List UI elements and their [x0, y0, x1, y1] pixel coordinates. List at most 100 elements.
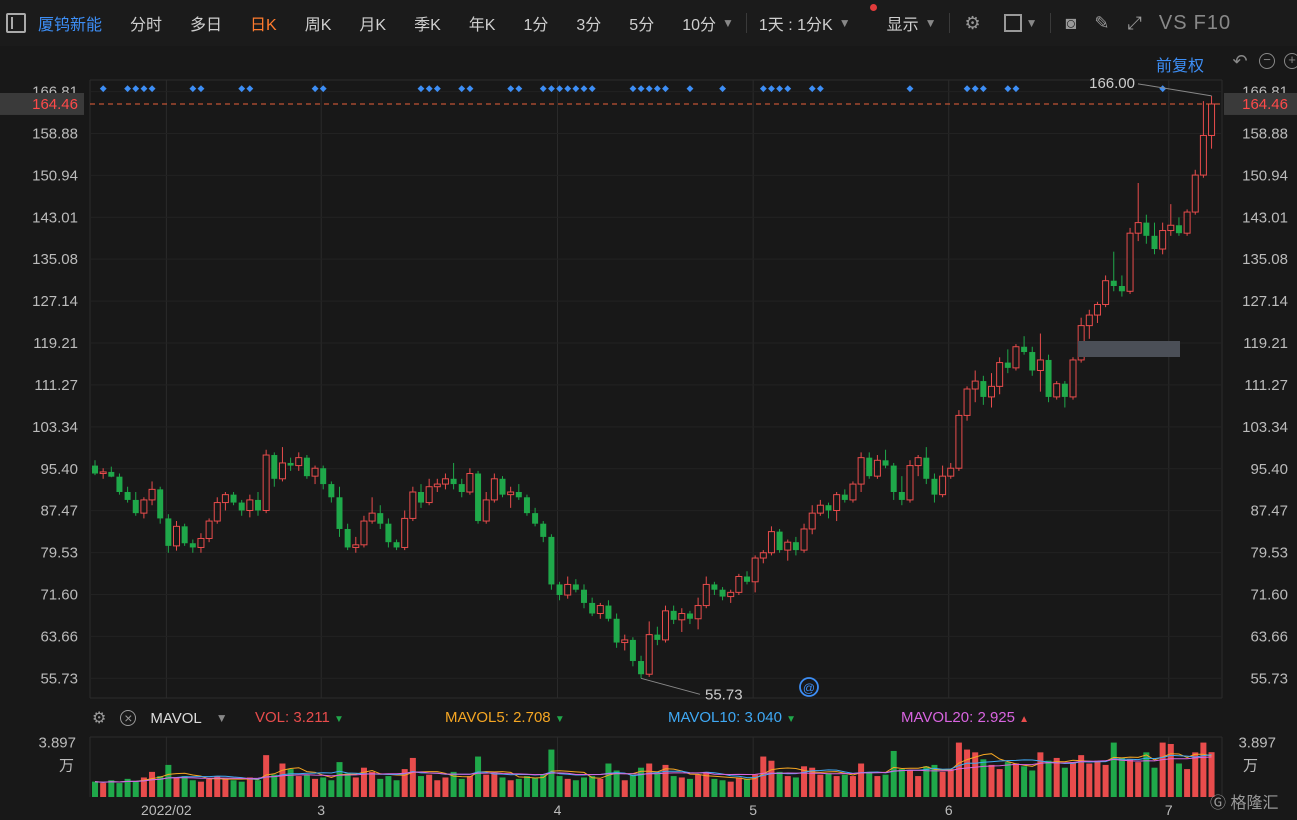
volume-bar [523, 776, 530, 797]
candle-body [751, 557, 759, 583]
candle-body [148, 488, 156, 501]
candle-body [140, 499, 148, 514]
event-marker-icon: ◆ [100, 83, 107, 93]
volume-bar [206, 778, 213, 797]
candle-body [816, 504, 824, 514]
kline-chart[interactable]: 2022/02 3 4 5 6 7166.81 166.81158.88 158.88150.… [0, 0, 1297, 820]
candle-body [564, 583, 572, 596]
candle-body [377, 513, 384, 524]
close-icon[interactable]: × [120, 710, 137, 726]
event-marker-icon: ◆ [662, 83, 669, 93]
volume-bar [1070, 762, 1076, 797]
candle-body [213, 502, 221, 522]
candle-body [418, 492, 424, 503]
volume-bar [776, 771, 783, 797]
volume-bar [597, 778, 604, 797]
price-tick-left: 127.14 [32, 293, 78, 310]
candle-body [1151, 235, 1158, 250]
volume-bar [295, 776, 302, 797]
candle-body [963, 388, 971, 416]
gear-icon[interactable]: ⚙ [92, 708, 106, 728]
volume-bar [312, 778, 319, 797]
max-price-label: 166.00 [1089, 75, 1135, 92]
volume-bar [418, 776, 424, 797]
event-marker-icon: ◆ [646, 83, 653, 93]
volume-bar [393, 780, 400, 797]
volume-bar [165, 764, 172, 797]
volume-bar [336, 762, 343, 797]
volume-bar [255, 780, 261, 797]
volume-bar [744, 778, 750, 797]
volume-bar [409, 757, 416, 797]
volume-bar [866, 771, 873, 797]
price-tick-right: 119.21 [1243, 335, 1288, 352]
candle-body [955, 414, 963, 469]
candle-body [1183, 211, 1191, 234]
volume-bar [907, 770, 913, 797]
candle-body [605, 605, 612, 619]
candle-body [776, 531, 783, 551]
candle-body [1167, 224, 1175, 232]
volume-bar [1110, 742, 1117, 797]
mavol10-value: 3.040 [744, 709, 782, 726]
candle-body [385, 523, 392, 543]
candle-body [92, 465, 98, 474]
volume-bar [1037, 752, 1044, 797]
event-marker-icon: ◆ [589, 83, 596, 93]
volume-bar [100, 783, 107, 797]
candle-body [645, 634, 653, 675]
candle-body [556, 584, 563, 595]
volume-bar [760, 756, 767, 797]
volume-bar [1192, 752, 1199, 797]
volume-bar [613, 770, 620, 797]
min-price-label: 55.73 [705, 686, 743, 703]
event-marker-icon: ◆ [132, 83, 139, 93]
candle-body [165, 518, 172, 546]
candle-body [1208, 103, 1216, 136]
volume-bar [352, 777, 359, 797]
date-label: 6 [945, 802, 953, 818]
volume-bar [1102, 764, 1109, 797]
volume-bar [670, 776, 677, 797]
date-label: 4 [554, 802, 562, 818]
volume-bar [1004, 762, 1011, 797]
candle-body [344, 528, 351, 548]
volume-bar [980, 759, 987, 797]
mavol10-label: MAVOL10: 3.040 ▼ [668, 709, 797, 726]
volume-bar [197, 781, 204, 797]
price-tick-left: 103.34 [32, 419, 78, 436]
indicator-name[interactable]: MAVOL [150, 710, 201, 727]
candle-body [523, 497, 530, 514]
candle-body [613, 618, 620, 643]
candle-body [873, 459, 881, 477]
chevron-down-icon[interactable]: ▼ [216, 711, 228, 725]
volume-bar [727, 781, 734, 797]
candle-body [1021, 346, 1028, 353]
candle-body [1029, 352, 1036, 371]
candle-body [898, 492, 905, 500]
volume-bar [1159, 742, 1166, 797]
volume-bar [1167, 743, 1174, 797]
volume-bar [173, 777, 180, 797]
candle-body [1110, 280, 1117, 286]
volume-bar [108, 780, 115, 797]
candle-body [548, 536, 555, 585]
candle-body [931, 478, 938, 495]
date-label: 2022/02 [141, 802, 192, 818]
candle-body [1069, 359, 1077, 398]
candle-body [849, 483, 857, 501]
event-marker-icon: ◆ [548, 83, 555, 93]
volume-bar [238, 781, 245, 797]
volume-bar [320, 777, 327, 797]
volume-bar [629, 774, 636, 797]
date-label: 5 [749, 802, 757, 818]
candle-body [295, 457, 303, 467]
volume-bar [1175, 763, 1182, 797]
volume-bar [303, 774, 310, 797]
volume-bar [955, 742, 962, 797]
volume-bar [890, 750, 897, 797]
candle-body [425, 486, 433, 504]
candle-body [230, 494, 237, 503]
event-marker-icon: ◆ [124, 83, 131, 93]
volume-bar [1127, 759, 1134, 797]
